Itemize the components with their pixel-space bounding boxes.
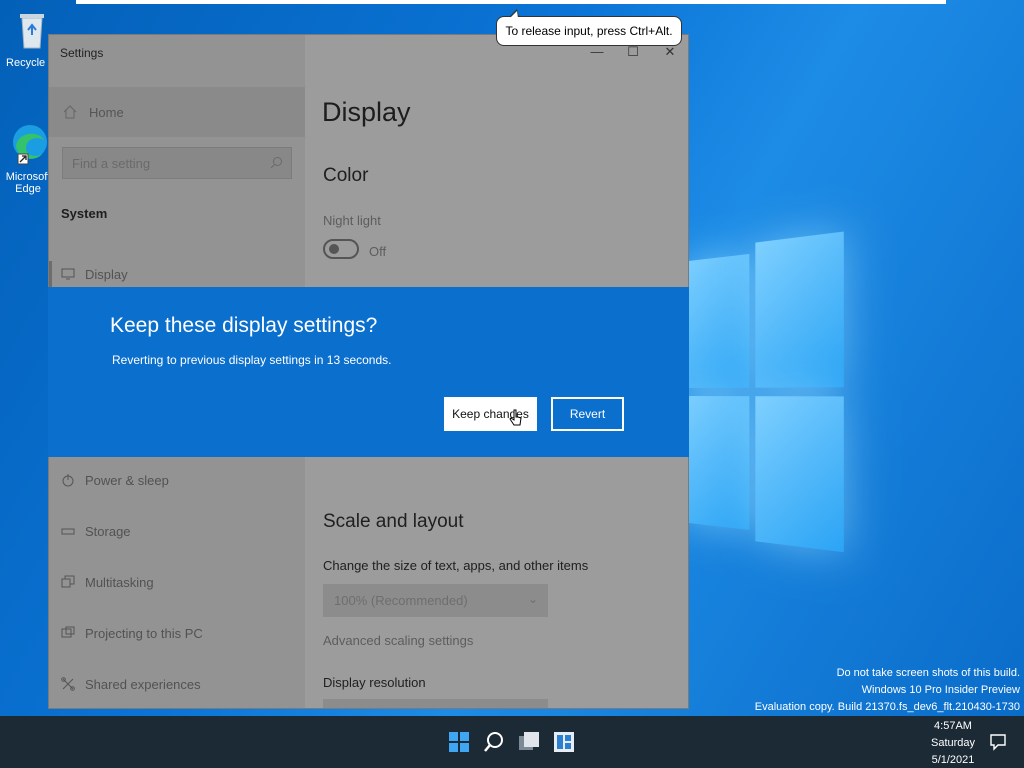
dialog-message: Reverting to previous display settings i…	[112, 353, 392, 367]
scale-heading: Scale and layout	[323, 511, 464, 532]
clock-time: 4:57AM	[934, 720, 972, 732]
recycle-bin-icon	[20, 14, 44, 49]
storage-icon	[61, 528, 75, 535]
revert-button[interactable]: Revert	[551, 397, 624, 431]
taskbar-clock[interactable]: 4:57AM Saturday 5/1/2021	[922, 718, 984, 768]
chevron-down-icon: ⌄	[527, 592, 538, 606]
clock-day: Saturday	[930, 737, 976, 749]
watermark-line-1: Do not take screen shots of this build.	[836, 667, 1020, 679]
power-icon	[62, 474, 74, 487]
search-icon[interactable]	[482, 730, 506, 754]
sidebar-item-label: Shared experiences	[85, 676, 201, 692]
clock-date: 5/1/2021	[931, 754, 975, 766]
sidebar-home[interactable]: Home	[49, 87, 305, 137]
start-icon[interactable]	[447, 730, 471, 754]
sidebar-item-label: Power & sleep	[85, 472, 169, 488]
windows-logo-wallpaper	[680, 231, 844, 553]
sidebar-item-multitasking[interactable]: Multitasking	[49, 564, 305, 600]
sidebar-item-projecting[interactable]: Projecting to this PC	[49, 615, 305, 651]
taskbar	[0, 716, 1024, 768]
mouse-pointer-icon	[509, 409, 522, 426]
sidebar-item-shared-experiences[interactable]: Shared experiences	[49, 666, 305, 702]
resolution-dropdown[interactable]	[323, 699, 548, 708]
page-title: Display	[322, 97, 411, 127]
release-input-tooltip: To release input, press Ctrl+Alt.	[496, 9, 682, 46]
task-view-icon[interactable]	[517, 730, 541, 754]
night-light-state: Off	[369, 244, 387, 259]
widgets-icon[interactable]	[552, 730, 576, 754]
scale-dropdown[interactable]: 100% (Recommended) ⌄	[323, 584, 548, 617]
edge-icon	[13, 125, 47, 165]
advanced-scaling-link[interactable]: Advanced scaling settings	[323, 633, 473, 648]
night-light-label: Night light	[323, 213, 381, 228]
night-light-toggle[interactable]	[323, 239, 359, 259]
color-heading: Color	[323, 165, 369, 186]
window-title: Settings	[60, 46, 104, 60]
find-setting-input[interactable]: Find a setting	[62, 147, 292, 179]
sidebar-item-label: Multitasking	[85, 574, 154, 590]
sidebar-item-label: Storage	[85, 523, 131, 539]
home-icon	[63, 105, 77, 119]
sidebar-section-system: System	[61, 206, 108, 221]
watermark-line-2: Windows 10 Pro Insider Preview	[861, 684, 1020, 696]
sidebar-item-power-sleep[interactable]: Power & sleep	[49, 462, 305, 498]
scale-label: Change the size of text, apps, and other…	[323, 558, 589, 573]
sidebar-item-label: Display	[85, 266, 128, 282]
sidebar-home-label: Home	[89, 104, 124, 120]
search-icon	[270, 157, 282, 169]
multitasking-icon	[61, 575, 75, 588]
keep-display-settings-dialog: Keep these display settings? Reverting t…	[48, 287, 689, 457]
notification-icon[interactable]	[988, 732, 1008, 752]
dialog-title: Keep these display settings?	[110, 314, 378, 337]
sidebar-item-storage[interactable]: Storage	[49, 513, 305, 549]
build-watermark: Do not take screen shots of this build. …	[755, 665, 1020, 716]
monitor-icon	[61, 268, 75, 280]
projecting-icon	[61, 626, 75, 638]
top-edge-strip	[76, 0, 946, 4]
shared-experiences-icon	[61, 677, 75, 691]
scale-value: 100% (Recommended)	[334, 593, 468, 608]
find-setting-placeholder: Find a setting	[72, 155, 151, 171]
keep-changes-button[interactable]: Keep changes	[444, 397, 537, 431]
resolution-label: Display resolution	[323, 675, 426, 690]
watermark-line-3: Evaluation copy. Build 21370.fs_dev6_flt…	[754, 701, 1020, 713]
sidebar-item-label: Projecting to this PC	[85, 625, 203, 641]
